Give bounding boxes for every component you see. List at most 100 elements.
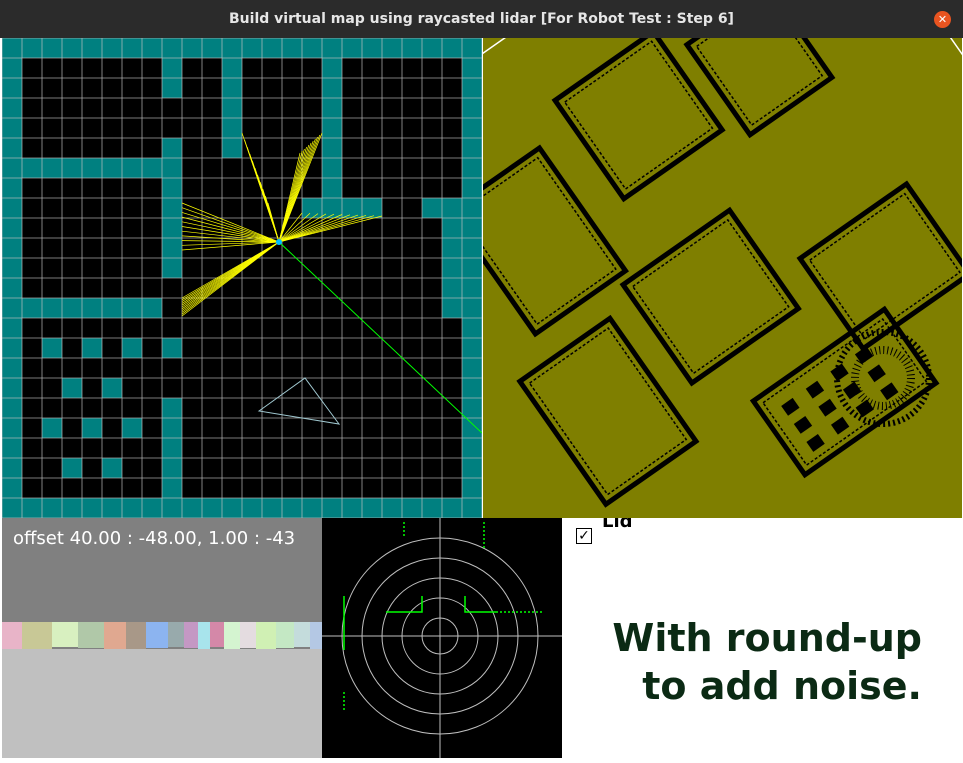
- raycast-camera-view: offset 40.00 : -48.00, 1.00 : -43: [2, 518, 322, 758]
- grid-world-view[interactable]: [2, 38, 482, 518]
- wall-cell: [22, 158, 42, 178]
- wall-cell: [422, 498, 442, 518]
- wall-cell: [182, 38, 202, 58]
- wall-cell: [2, 98, 22, 118]
- wall-cell: [462, 458, 482, 478]
- wall-cell: [2, 178, 22, 198]
- wall-cell: [62, 38, 82, 58]
- wall-cell: [222, 118, 242, 138]
- wall-cell: [322, 78, 342, 98]
- wall-cell: [462, 118, 482, 138]
- wall-slice: [294, 622, 310, 647]
- wall-cell: [162, 38, 182, 58]
- wall-cell: [122, 38, 142, 58]
- wall-cell: [462, 138, 482, 158]
- wall-slice: [52, 622, 78, 647]
- wall-cell: [42, 158, 62, 178]
- wall-cell: [142, 298, 162, 318]
- wall-cell: [122, 338, 142, 358]
- wall-cell: [142, 158, 162, 178]
- wall-cell: [62, 498, 82, 518]
- wall-cell: [442, 258, 462, 278]
- wall-cell: [322, 58, 342, 78]
- wall-cell: [342, 198, 362, 218]
- wall-cell: [222, 38, 242, 58]
- wall-cell: [102, 298, 122, 318]
- wall-cell: [2, 478, 22, 498]
- noise-note-line-2: to add noise.: [642, 664, 922, 708]
- wall-cell: [402, 498, 422, 518]
- wall-cell: [2, 238, 22, 258]
- radar-canvas: [322, 518, 562, 758]
- offset-readout: offset 40.00 : -48.00, 1.00 : -43: [13, 528, 296, 549]
- wall-cell: [462, 418, 482, 438]
- wall-cell: [102, 158, 122, 178]
- wall-slice: [310, 622, 322, 649]
- wall-cell: [202, 498, 222, 518]
- wall-cell: [2, 158, 22, 178]
- wall-cell: [322, 38, 342, 58]
- wall-cell: [62, 158, 82, 178]
- wall-cell: [462, 198, 482, 218]
- wall-cell: [122, 298, 142, 318]
- wall-cell: [162, 498, 182, 518]
- radar-background: [322, 518, 562, 758]
- wall-cell: [2, 358, 22, 378]
- wall-cell: [2, 38, 22, 58]
- wall-slice: [78, 622, 104, 648]
- wall-cell: [282, 498, 302, 518]
- wall-cell: [2, 218, 22, 238]
- wall-cell: [62, 458, 82, 478]
- wall-cell: [242, 498, 262, 518]
- wall-cell: [222, 498, 242, 518]
- virtual-map-canvas: [483, 38, 962, 518]
- wall-cell: [462, 238, 482, 258]
- wall-cell: [22, 498, 42, 518]
- wall-cell: [362, 38, 382, 58]
- wall-cell: [462, 158, 482, 178]
- wall-cell: [162, 238, 182, 258]
- wall-slice: [22, 622, 52, 649]
- wall-slice: [104, 622, 126, 649]
- wall-cell: [162, 398, 182, 418]
- wall-cell: [62, 298, 82, 318]
- wall-cell: [342, 38, 362, 58]
- lidar-checkbox-label: Lid: [602, 518, 633, 528]
- wall-cell: [182, 498, 202, 518]
- ground: [2, 649, 322, 758]
- wall-cell: [262, 38, 282, 58]
- wall-cell: [2, 398, 22, 418]
- lidar-checkbox[interactable]: ✓: [576, 528, 592, 544]
- wall-cell: [462, 298, 482, 318]
- wall-slice: [146, 622, 168, 648]
- wall-cell: [42, 338, 62, 358]
- wall-cell: [102, 378, 122, 398]
- noise-note-line-1: With round-up: [612, 616, 922, 660]
- wall-slice: [198, 622, 210, 649]
- wall-cell: [462, 78, 482, 98]
- wall-cell: [102, 498, 122, 518]
- wall-cell: [42, 298, 62, 318]
- wall-cell: [162, 258, 182, 278]
- camera-canvas: [2, 518, 322, 758]
- wall-cell: [462, 98, 482, 118]
- wall-cell: [122, 418, 142, 438]
- wall-cell: [2, 318, 22, 338]
- virtual-map-view: [483, 38, 962, 518]
- wall-cell: [2, 378, 22, 398]
- wall-cell: [162, 218, 182, 238]
- wall-slice: [2, 622, 22, 649]
- wall-cell: [442, 298, 462, 318]
- wall-cell: [162, 418, 182, 438]
- close-icon[interactable]: ✕: [934, 11, 951, 28]
- wall-cell: [222, 138, 242, 158]
- wall-cell: [442, 38, 462, 58]
- wall-slice: [168, 622, 184, 647]
- wall-cell: [462, 58, 482, 78]
- wall-cell: [422, 198, 442, 218]
- wall-cell: [342, 498, 362, 518]
- wall-cell: [322, 498, 342, 518]
- wall-cell: [442, 198, 462, 218]
- wall-cell: [2, 278, 22, 298]
- wall-cell: [162, 198, 182, 218]
